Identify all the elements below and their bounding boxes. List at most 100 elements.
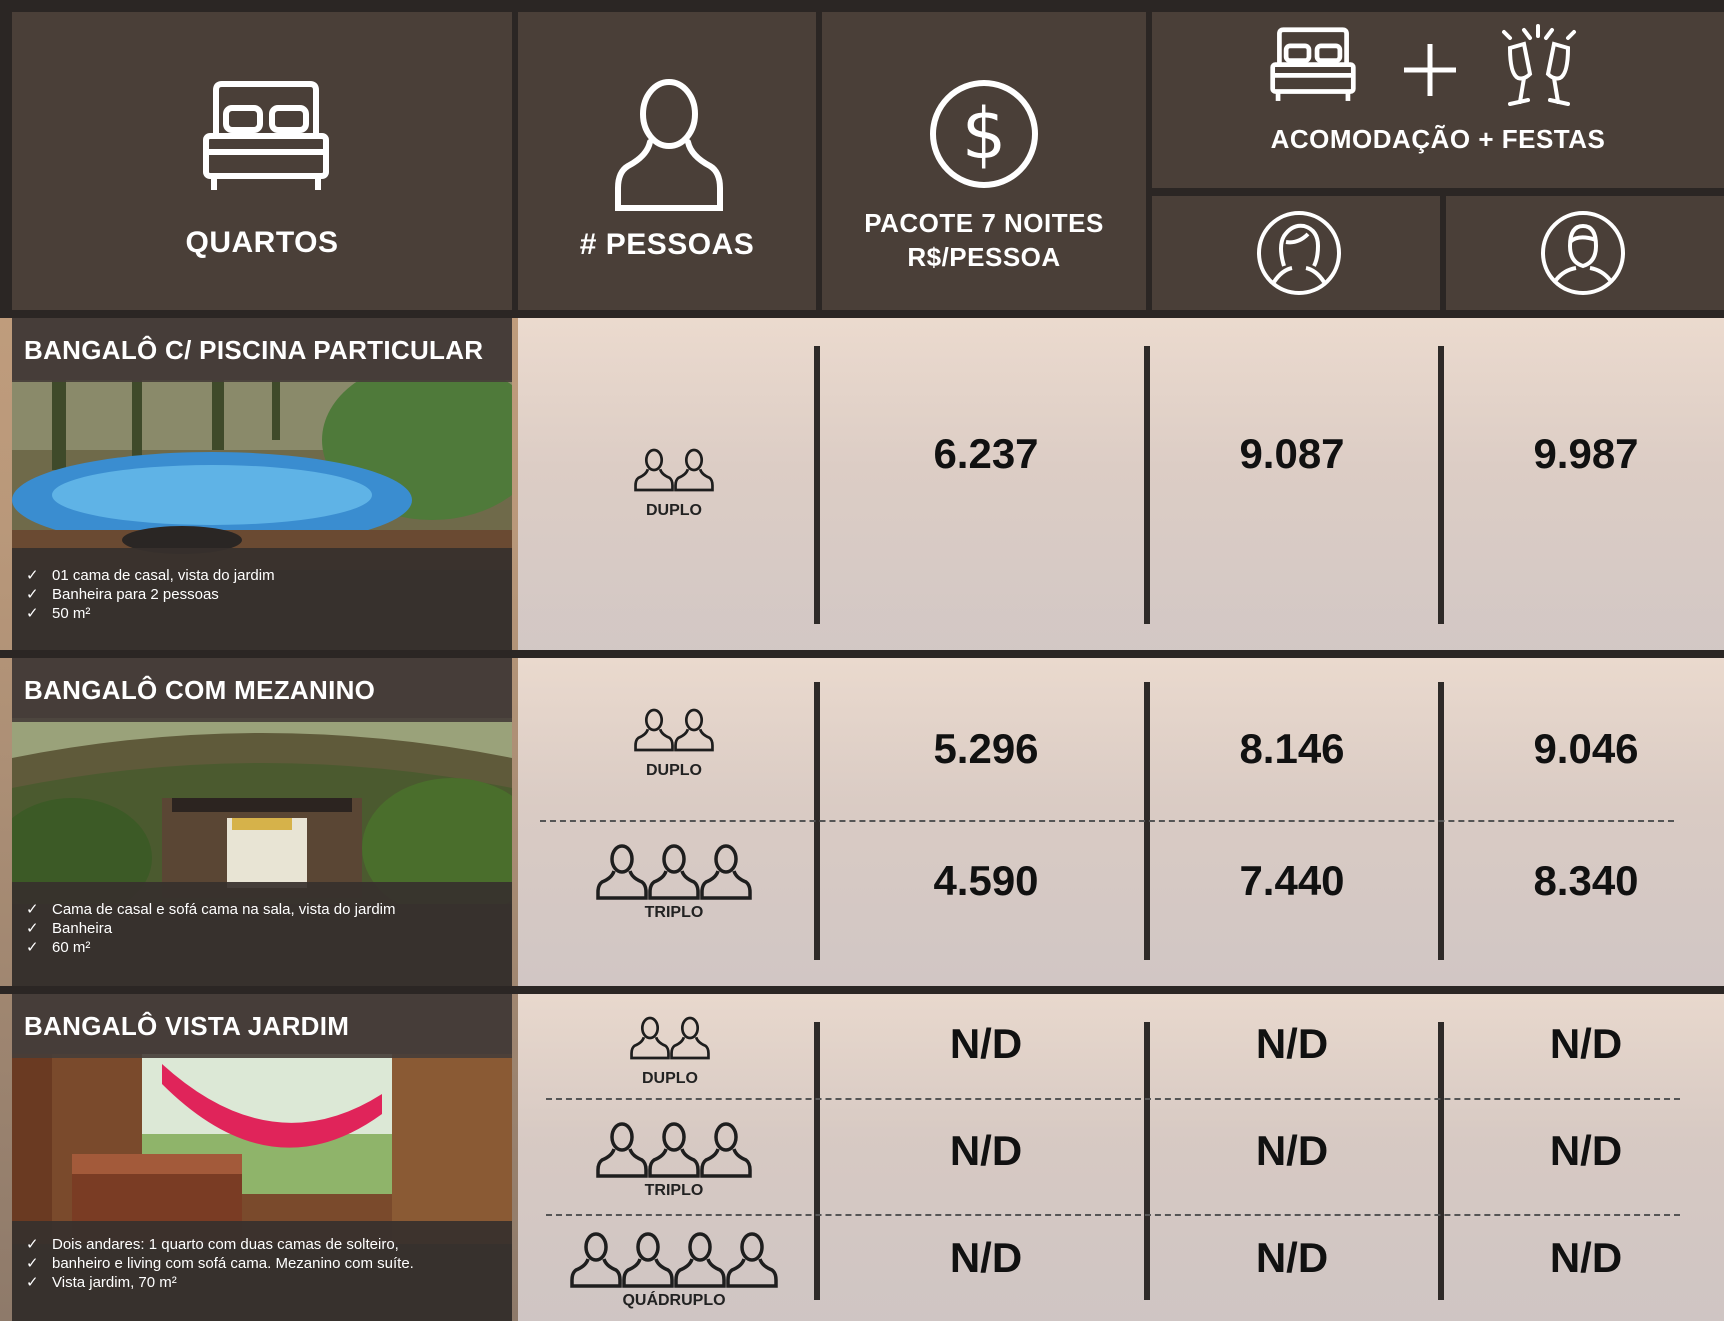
price-package: N/D — [949, 1234, 1023, 1281]
feature-item: ✓ 60 m² — [26, 939, 91, 956]
price-male: 8.340 — [1533, 857, 1639, 904]
header-combo-cell: ACOMODAÇÃO + FESTAS — [1152, 12, 1724, 188]
people-group-icon — [570, 1232, 778, 1288]
price-female: 9.087 — [1239, 430, 1345, 477]
price-female: N/D — [1255, 1127, 1329, 1174]
column-divider — [1438, 1022, 1444, 1300]
occupancy-label: DUPLO — [646, 762, 702, 779]
person-icon — [700, 844, 752, 900]
person-icon — [674, 708, 714, 752]
feature-item: ✓ Dois andares: 1 quarto com duas camas d… — [26, 1236, 399, 1253]
column-divider — [1144, 1022, 1150, 1300]
header-combo-label: ACOMODAÇÃO + FESTAS — [1270, 124, 1606, 154]
header-male-cell — [1446, 196, 1724, 310]
feature-item: ✓ Vista jardim, 70 m² — [26, 1274, 177, 1291]
person-icon — [634, 448, 674, 492]
male-avatar-icon — [1541, 211, 1625, 295]
people-group-icon — [630, 1016, 710, 1060]
people-group-icon — [596, 844, 752, 900]
person-icon — [596, 844, 648, 900]
header-rooms-label: QUARTOS — [185, 226, 339, 259]
column-divider — [814, 1022, 820, 1300]
feature-item: ✓ Banheira para 2 pessoas — [26, 586, 219, 603]
header-package-line2: R$/PESSOA — [907, 242, 1061, 272]
person-icon — [674, 448, 714, 492]
room-photo-garden — [12, 1054, 512, 1244]
room-card-mezzanine: BANGALÔ COM MEZANINO ✓ Cama de casal e so… — [12, 658, 512, 986]
price-package: 5.296 — [933, 725, 1039, 772]
person-icon — [670, 1016, 710, 1060]
header-people-label: # PESSOAS — [579, 228, 755, 261]
champagne-toast-icon — [1502, 24, 1576, 106]
row-divider — [546, 1214, 1680, 1216]
person-icon — [648, 1122, 700, 1178]
svg-text:$: $ — [962, 93, 1007, 175]
price-male: 9.987 — [1533, 430, 1639, 477]
column-divider — [1144, 346, 1150, 624]
price-male: N/D — [1549, 1127, 1623, 1174]
people-group-icon — [634, 448, 714, 492]
column-divider — [814, 346, 820, 624]
bed-icon — [203, 81, 329, 190]
feature-item: ✓ banheiro e living com sofá cama. Mezani… — [26, 1255, 414, 1272]
person-icon — [726, 1232, 778, 1288]
person-icon — [674, 1232, 726, 1288]
occupancy-label: DUPLO — [642, 1070, 698, 1087]
room-card-pool: BANGALÔ C/ PISCINA PARTICULAR ✓ 01 cama d… — [12, 318, 512, 650]
plus-icon — [1404, 44, 1456, 96]
header-rooms-cell: QUARTOS — [12, 12, 512, 310]
person-icon — [570, 1232, 622, 1288]
price-package: N/D — [949, 1020, 1023, 1067]
column-divider — [1438, 346, 1444, 624]
occupancy-quadruple: QUÁDRUPLO — [562, 1230, 786, 1310]
person-icon — [596, 1122, 648, 1178]
occupancy-label: TRIPLO — [644, 1182, 704, 1199]
dollar-circle-icon: $ — [930, 80, 1038, 188]
occupancy-double: DUPLO — [600, 1008, 740, 1088]
room-photo-pool — [12, 380, 512, 570]
person-icon — [615, 79, 723, 211]
room-features-garden: ✓ Dois andares: 1 quarto com duas camas d… — [12, 1221, 512, 1321]
price-package: N/D — [949, 1127, 1023, 1174]
room-title-mezzanine: BANGALÔ COM MEZANINO — [12, 658, 512, 722]
price-male: 9.046 — [1533, 725, 1639, 772]
price-male: N/D — [1549, 1020, 1623, 1067]
room-features-pool: ✓ 01 cama de casal, vista do jardim ✓ Banh… — [12, 548, 512, 650]
room-separator-2 — [0, 986, 1724, 994]
occupancy-label: TRIPLO — [644, 904, 704, 921]
room-title-pool: BANGALÔ C/ PISCINA PARTICULAR — [12, 318, 512, 382]
person-icon — [700, 1122, 752, 1178]
people-group-icon — [634, 708, 714, 752]
feature-item: ✓ 50 m² — [26, 605, 91, 622]
header-female-cell — [1152, 196, 1440, 310]
bed-icon — [1270, 27, 1356, 101]
occupancy-double: DUPLO — [604, 440, 744, 520]
header-people-cell: # PESSOAS — [518, 12, 816, 310]
price-female: 7.440 — [1239, 857, 1345, 904]
price-female: 8.146 — [1239, 725, 1345, 772]
room-separator-1 — [0, 650, 1724, 658]
room-title-garden: BANGALÔ VISTA JARDIM — [12, 994, 512, 1058]
occupancy-triple: TRIPLO — [584, 1120, 764, 1200]
price-female: N/D — [1255, 1020, 1329, 1067]
header-package-line1: PACOTE 7 NOITES — [864, 208, 1104, 238]
person-icon — [622, 1232, 674, 1288]
header-package-cell: $ PACOTE 7 NOITES R$/PESSOA — [822, 12, 1146, 310]
occupancy-triple: TRIPLO — [584, 842, 764, 922]
occupancy-label: QUÁDRUPLO — [622, 1292, 726, 1309]
row-divider — [546, 1098, 1680, 1100]
price-package: 4.590 — [933, 857, 1039, 904]
occupancy-double: DUPLO — [604, 700, 744, 780]
price-package: 6.237 — [933, 430, 1039, 477]
feature-item: ✓ Banheira — [26, 920, 113, 937]
occupancy-label: DUPLO — [646, 502, 702, 519]
price-male: N/D — [1549, 1234, 1623, 1281]
room-card-garden: BANGALÔ VISTA JARDIM ✓ Dois andares: 1 qu… — [12, 994, 512, 1321]
room-photo-mezzanine — [12, 718, 512, 904]
people-group-icon — [596, 1122, 752, 1178]
person-icon — [634, 708, 674, 752]
row-divider — [540, 820, 1674, 822]
female-avatar-icon — [1257, 211, 1341, 295]
person-icon — [648, 844, 700, 900]
feature-item: ✓ Cama de casal e sofá cama na sala, vist… — [26, 901, 396, 918]
